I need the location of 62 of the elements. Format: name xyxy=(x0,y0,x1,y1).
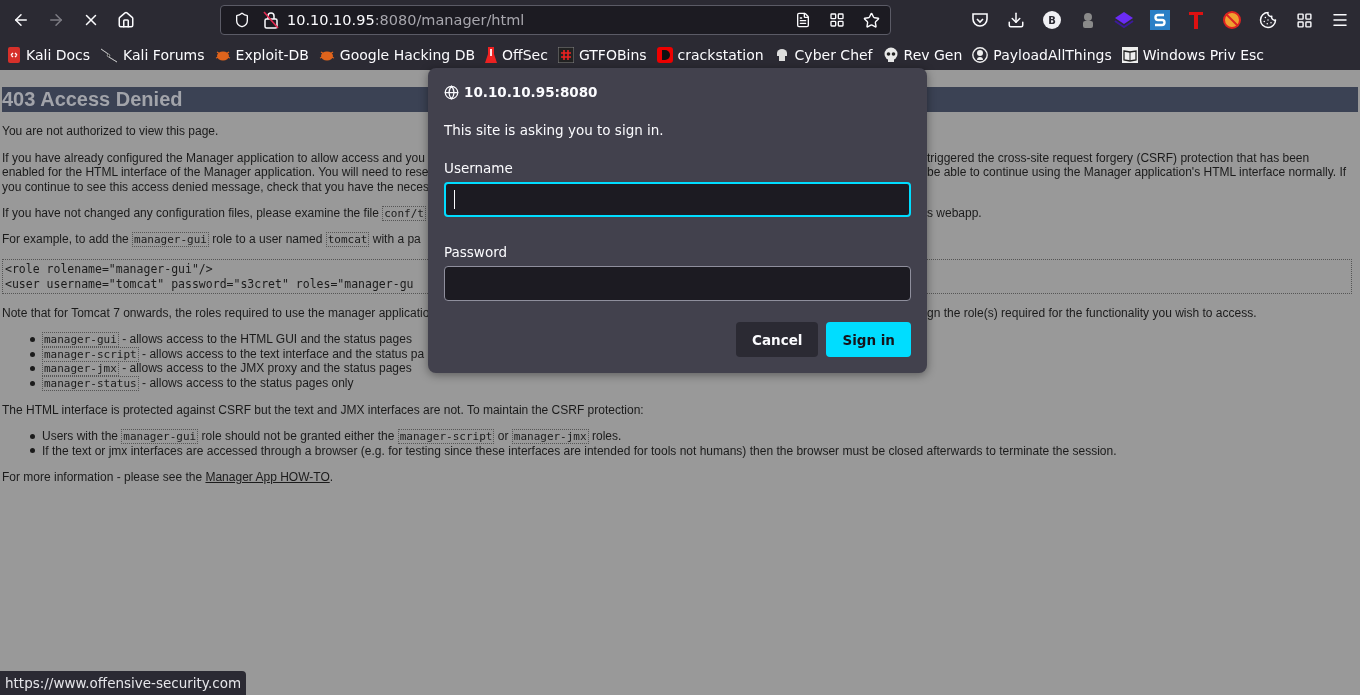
bookmark-item[interactable]: PayloadAllThings xyxy=(971,43,1113,67)
code-line: <user username="tomcat" password="s3cret" roles="manager-gu xyxy=(5,276,414,291)
paragraph-text: If you have not changed any configuration files, please examine the file conf/t xyxy=(2,205,426,221)
list-item-text: Users with the manager-gui role should not be granted either the manager-script or manager-jmx roles. xyxy=(42,428,622,444)
bookmark-item[interactable]: crackstation xyxy=(655,43,765,67)
bookmark-item[interactable]: Kali Forums xyxy=(99,43,206,67)
input-field[interactable] xyxy=(444,182,911,218)
paragraph-text: The HTML interface is protected against CSRF but the text and JMX interfaces are not. To maintain the CSRF protection: xyxy=(2,402,644,417)
bullet-icon xyxy=(30,380,35,386)
bookmark-item[interactable]: Cyber Chef xyxy=(772,43,874,67)
bookmark-favicon-icon xyxy=(882,47,899,63)
bullet-icon xyxy=(30,433,35,439)
lock-slash-icon[interactable] xyxy=(263,11,279,29)
list-item-text: manager-script - allows access to the text interface and the status pa xyxy=(42,346,425,362)
list-item-text: manager-jmx - allows access to the JMX proxy and the status pages xyxy=(42,361,412,377)
list-item-text: manager-gui - allows access to the HTML GUI and the status pages xyxy=(42,332,412,348)
list-item-text: manager-status - allows access to the status pages only xyxy=(42,375,354,391)
paragraph-text: For example, to add the manager-gui role to a user named tomcat with a pa xyxy=(2,232,421,248)
home-icon[interactable] xyxy=(116,11,135,29)
bookmark-item[interactable]: Kali Docs xyxy=(6,43,92,67)
bookmark-favicon-icon xyxy=(100,47,119,63)
paragraph-text: you continue to see this access denied message, check that you have the neces xyxy=(2,179,429,194)
paragraph-text: be able to continue using the Manager application's HTML interface normally. If xyxy=(927,165,1347,180)
bookmark-item[interactable]: Google Hacking DB xyxy=(317,43,477,67)
bookmark-item[interactable]: Rev Gen xyxy=(881,43,964,67)
bookmark-item[interactable]: Exploit-DB xyxy=(213,43,310,67)
extension-badge[interactable]: B xyxy=(1043,11,1061,29)
paragraph-text: Note that for Tomcat 7 onwards, the roles required to use the manager applicatio xyxy=(2,306,430,321)
globe-icon xyxy=(444,84,459,100)
bookmark-favicon-icon xyxy=(557,47,574,63)
manager-howto-link[interactable]: Manager App HOW-TO xyxy=(205,470,330,485)
status-url: https://www.offensive-security.com xyxy=(0,671,247,695)
field-label: Username xyxy=(444,160,514,176)
dialog-message: This site is asking you to sign in. xyxy=(444,122,665,138)
paragraph-text: For more information - please see the Manager App HOW-TO. xyxy=(2,470,334,485)
bookmark-favicon-icon xyxy=(1121,47,1138,63)
paragraph-text: You are not authorized to view this page. xyxy=(2,124,219,139)
list-item-text: If the text or jmx interfaces are accessed through a browser (e.g. for testing since these interfaces are intended for tools not humans) then the browser must be closed afterwards to terminate the session. xyxy=(42,443,1117,458)
input-field[interactable] xyxy=(444,266,911,301)
paragraph-text: s webapp. xyxy=(927,206,982,221)
bookmark-item[interactable]: Windows Priv Esc xyxy=(1120,43,1266,67)
bullet-icon xyxy=(30,337,35,343)
cancel-button[interactable]: Cancel xyxy=(736,322,819,357)
sign-in-button[interactable]: Sign in xyxy=(826,322,911,357)
bookmark-item[interactable]: OffSec xyxy=(484,43,549,67)
bullet-icon xyxy=(30,448,35,454)
bookmark-favicon-icon xyxy=(972,47,989,63)
bookmark-item[interactable]: GTFOBins xyxy=(556,43,648,67)
paragraph-text: enabled for the HTML interface of the Manager application. You will need to rese xyxy=(2,165,429,180)
code-line: <role rolename="manager-gui"/> xyxy=(5,262,213,277)
paragraph-text: If you have already configured the Manager application to allow access and you xyxy=(2,150,425,165)
dialog-title: 10.10.10.95:8080 xyxy=(464,84,598,100)
paragraph-text: gn the role(s) required for the functionality you wish to access. xyxy=(927,306,1257,321)
bookmark-favicon-icon xyxy=(656,47,673,63)
bookmark-favicon-icon xyxy=(485,46,498,64)
bullet-icon xyxy=(30,351,35,357)
bookmark-favicon-icon xyxy=(7,47,21,63)
address-bar[interactable]: 10.10.10.95:8080/manager/html xyxy=(220,5,891,35)
bullet-icon xyxy=(30,366,35,372)
paragraph-text: triggered the cross-site request forgery (CSRF) protection that has been xyxy=(927,150,1310,165)
url-text[interactable]: 10.10.10.95:8080/manager/html xyxy=(287,12,782,28)
field-label: Password xyxy=(444,244,509,261)
